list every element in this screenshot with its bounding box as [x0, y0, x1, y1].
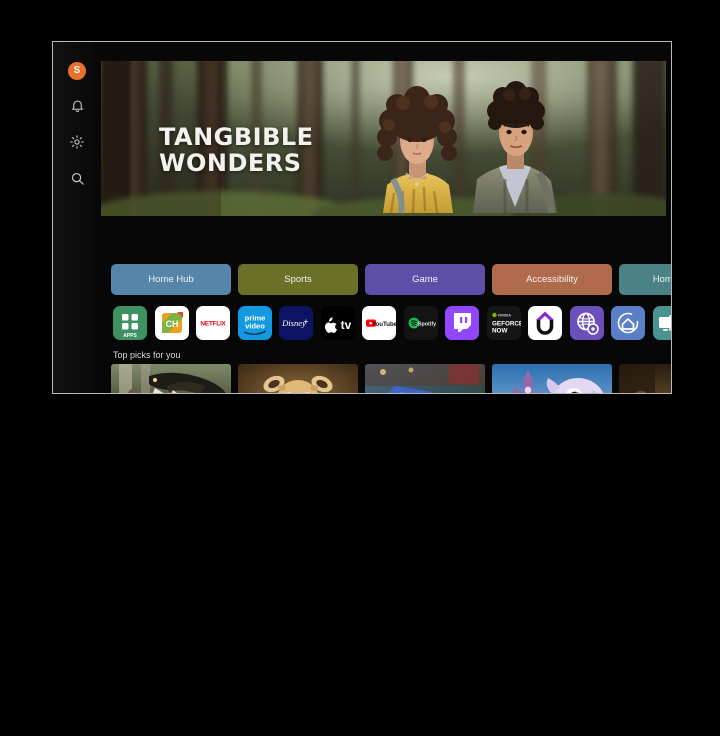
svg-text:tv: tv — [340, 318, 351, 332]
nav-button-sports-label: Sports — [284, 274, 312, 285]
settings-gear-icon[interactable] — [67, 132, 87, 152]
pick-parade[interactable] — [365, 364, 485, 393]
nav-button-home-hub-label: Home Hub — [148, 274, 194, 285]
spotify-tile[interactable]: Spotify — [403, 306, 438, 340]
profile-avatar[interactable]: S — [68, 62, 86, 80]
pick-dragon-thumbnail — [111, 364, 231, 393]
app-shortcuts-row: APPS CH NETFLIX prime video Disney + tv … — [113, 306, 671, 340]
nav-button-game[interactable]: Game — [365, 264, 485, 295]
netflix-tile[interactable]: NETFLIX — [196, 306, 230, 340]
prime-video-tile[interactable]: prime video — [237, 306, 272, 340]
svg-text:NETFLIX: NETFLIX — [200, 321, 226, 328]
profile-avatar-initial: S — [73, 65, 81, 76]
hero-banner[interactable]: TANGBIBLE WONDERS — [101, 61, 666, 216]
samsung-tv-plus-tile[interactable]: CH — [154, 306, 189, 340]
youtube-tile[interactable]: YouTube — [362, 306, 396, 340]
pick-period[interactable] — [619, 364, 671, 393]
notifications-icon[interactable] — [67, 96, 87, 116]
twitch-tile[interactable] — [445, 306, 479, 340]
apple-tv-tile[interactable]: tv — [320, 306, 355, 340]
pick-giraffe-thumbnail — [238, 364, 358, 393]
svg-text:CH: CH — [165, 319, 178, 329]
hero-title-text: TANGBIBLE WONDERS — [159, 123, 314, 177]
svg-text:Disney: Disney — [281, 318, 306, 328]
u-app-tile[interactable] — [528, 306, 562, 340]
web-browser-tile[interactable] — [569, 306, 604, 340]
disney-plus-tile[interactable]: Disney + — [279, 306, 313, 340]
apps-tile[interactable]: APPS — [113, 306, 147, 340]
nav-button-home-hub[interactable]: Home Hub — [111, 264, 231, 295]
svg-text:+: + — [304, 317, 309, 326]
top-picks-row — [111, 364, 671, 393]
left-sidebar: S — [53, 42, 101, 393]
pick-bird-thumbnail — [492, 364, 612, 393]
hero-title: TANGBIBLE WONDERS — [159, 123, 314, 177]
nav-button-accessibility[interactable]: Accessibility — [492, 264, 612, 295]
svg-text:APPS: APPS — [123, 333, 137, 339]
nav-button-sports[interactable]: Sports — [238, 264, 358, 295]
nav-button-home-office-label: Home Office — [652, 274, 672, 285]
svg-text:Spotify: Spotify — [417, 321, 435, 327]
search-icon[interactable] — [67, 168, 87, 188]
nav-button-accessibility-label: Accessibility — [526, 274, 578, 285]
pick-parade-thumbnail — [365, 364, 485, 393]
pick-bird[interactable] — [492, 364, 612, 393]
geforce-now-tile[interactable]: NVIDIA GEFORCE NOW — [486, 306, 521, 340]
pick-dragon[interactable] — [111, 364, 231, 393]
nav-button-game-label: Game — [412, 274, 438, 285]
svg-text:NOW: NOW — [492, 327, 507, 334]
nav-button-home-office[interactable]: Home Office — [619, 264, 672, 295]
pick-giraffe[interactable] — [238, 364, 358, 393]
top-picks-section-label: Top picks for you — [113, 350, 181, 360]
category-nav-row: Home Hub Sports Game Accessibility Home … — [111, 264, 672, 295]
pick-period-thumbnail — [619, 364, 671, 393]
tv-screen-frame: TANGBIBLE WONDERS S Home Hub Sports Game… — [52, 41, 672, 394]
svg-text:NVIDIA: NVIDIA — [498, 314, 511, 318]
svg-text:video: video — [245, 322, 265, 331]
smartthings-tile[interactable] — [611, 306, 645, 340]
svg-text:YouTube: YouTube — [372, 321, 396, 328]
multi-view-tile[interactable] — [652, 306, 671, 340]
